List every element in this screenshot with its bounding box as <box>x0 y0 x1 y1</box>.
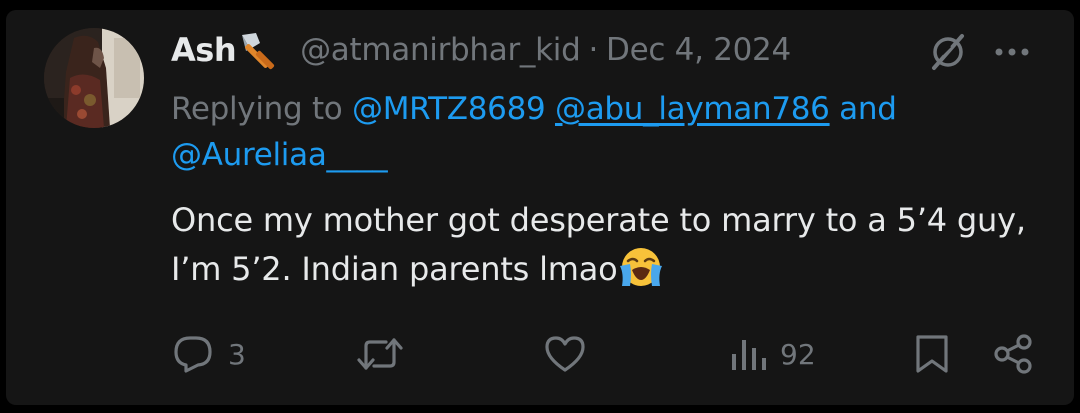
bookmark-button[interactable] <box>914 330 950 378</box>
mentions-joiner: and <box>839 91 897 127</box>
repost-icon <box>357 338 403 370</box>
separator-dot: · <box>588 32 599 68</box>
views-count: 92 <box>780 337 816 371</box>
mention-link[interactable]: @Aureliaa____ <box>171 137 388 173</box>
action-bar: 3 92 <box>0 330 1080 378</box>
grok-icon[interactable] <box>928 32 968 72</box>
replying-prefix: Replying to <box>171 91 343 127</box>
replying-to: Replying to @MRTZ8689 @abu_layman786 and… <box>171 86 1031 178</box>
post-date[interactable]: Dec 4, 2024 <box>606 32 791 68</box>
share-icon <box>994 334 1032 374</box>
like-button[interactable] <box>543 330 599 378</box>
post-text: Once my mother got desperate to marry to… <box>171 201 1026 288</box>
user-handle[interactable]: @atmanirbhar_kid <box>300 32 581 68</box>
screen: Ash @atmanirbhar_kid · Dec 4, 2024 Reply… <box>0 0 1080 413</box>
mention-link[interactable]: @MRTZ8689 <box>352 91 546 127</box>
reply-icon <box>174 336 212 373</box>
share-button[interactable] <box>992 330 1034 378</box>
display-name[interactable]: Ash <box>171 31 237 69</box>
loudly-crying-face-icon <box>618 244 664 290</box>
views-icon <box>732 340 766 370</box>
more-options-icon[interactable] <box>992 34 1032 70</box>
reply-count: 3 <box>228 337 246 371</box>
post-header: Ash @atmanirbhar_kid · Dec 4, 2024 <box>171 28 1040 72</box>
reply-button[interactable]: 3 <box>172 330 246 378</box>
axe-icon <box>238 29 288 71</box>
avatar-photo <box>44 28 144 128</box>
avatar[interactable] <box>44 28 144 128</box>
repost-button[interactable] <box>356 330 416 378</box>
post-text-container: Once my mother got desperate to marry to… <box>171 196 1051 293</box>
heart-icon <box>545 336 585 372</box>
mention-link[interactable]: @abu_layman786 <box>555 91 830 127</box>
views-button[interactable]: 92 <box>728 330 816 378</box>
bookmark-icon <box>916 335 948 373</box>
